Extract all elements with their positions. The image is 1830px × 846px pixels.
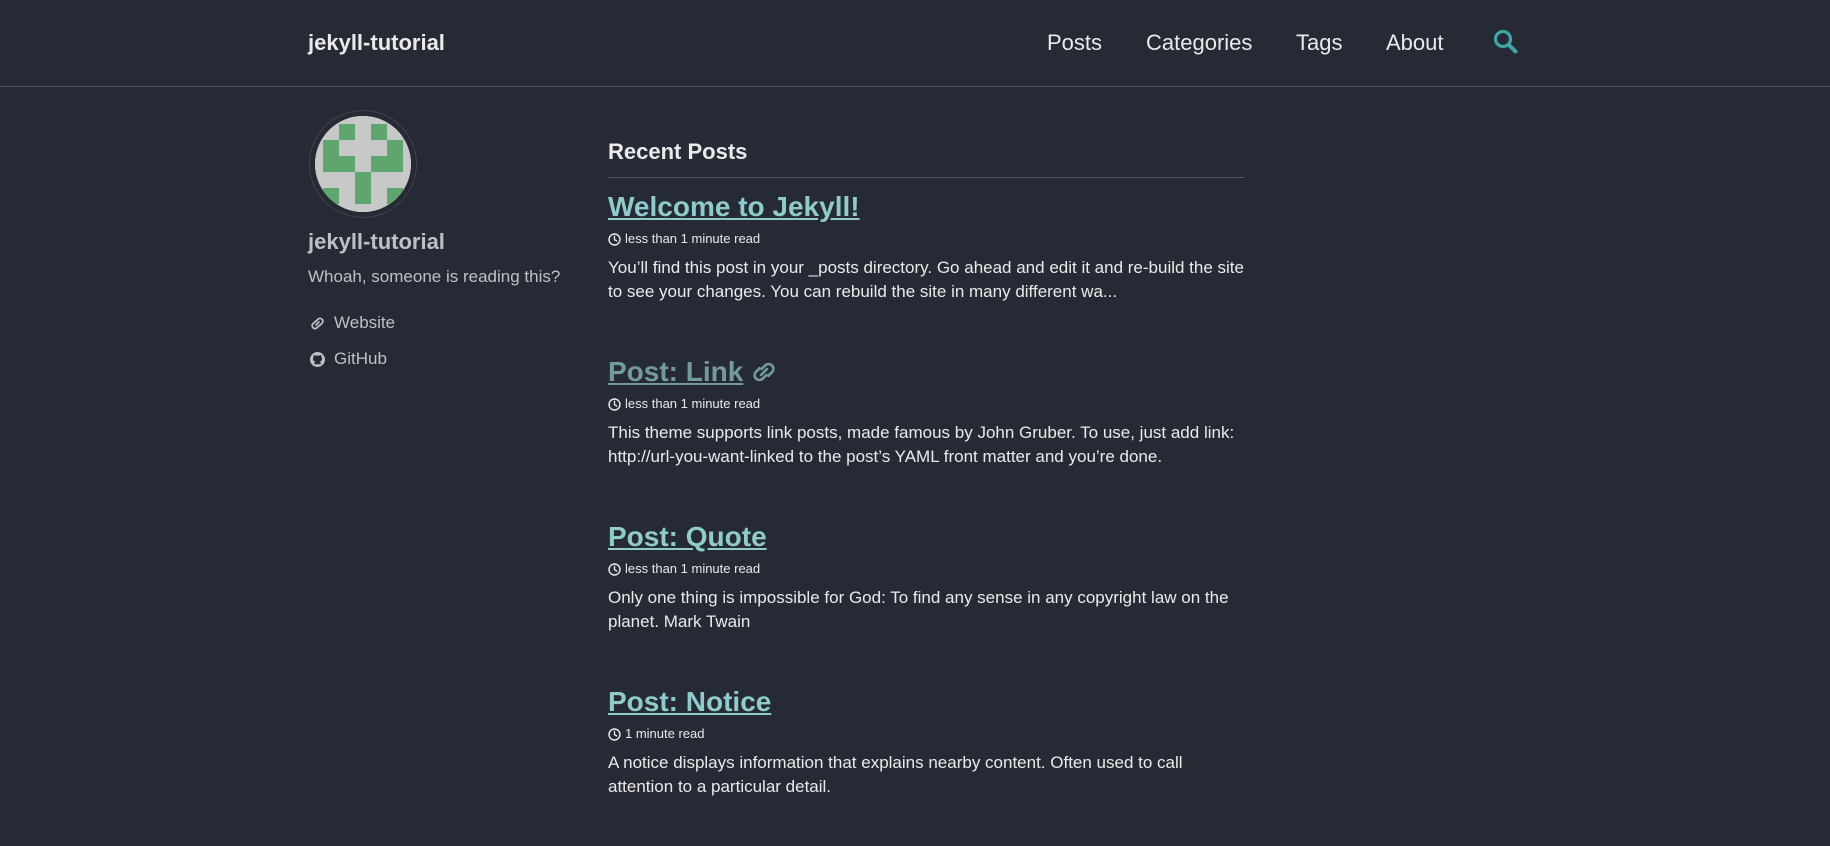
nav-posts[interactable]: Posts [1047, 30, 1102, 56]
post-excerpt: A notice displays information that expla… [608, 753, 1183, 796]
search-button[interactable] [1492, 28, 1520, 56]
post-title-row: Post: Quote [608, 520, 1245, 554]
github-link-label: GitHub [334, 349, 387, 368]
link-icon[interactable] [749, 357, 779, 387]
avatar [309, 110, 417, 218]
post-item: Post: Link less than 1 minute read This … [608, 355, 1245, 469]
identicon-image [315, 116, 411, 212]
nav-categories[interactable]: Categories [1146, 30, 1252, 56]
post-meta: less than 1 minute read [608, 561, 1245, 577]
clock-icon [608, 232, 621, 246]
post-meta: less than 1 minute read [608, 396, 1245, 412]
search-icon [1493, 29, 1518, 54]
post-item: Post: Quote less than 1 minute read Only… [608, 520, 1245, 634]
website-link-label: Website [334, 313, 396, 332]
clock-icon [608, 397, 621, 411]
author-bio: Whoah, someone is reading this? [308, 267, 561, 286]
read-time: less than 1 minute read [625, 561, 761, 576]
recent-posts-heading: Recent Posts [608, 139, 748, 164]
post-item: Post: Notice 1 minute read A notice disp… [608, 685, 1245, 799]
post-item: Welcome to Jekyll! less than 1 minute re… [608, 190, 1245, 304]
post-title-link[interactable]: Post: Notice [608, 685, 771, 719]
website-link[interactable]: Website [309, 312, 395, 334]
post-title-link[interactable]: Post: Link [608, 355, 743, 389]
read-time: less than 1 minute read [625, 396, 761, 411]
read-time: 1 minute read [625, 726, 705, 741]
post-excerpt: Only one thing is impossible for God: To… [608, 588, 1229, 631]
read-time: less than 1 minute read [625, 231, 761, 246]
post-title-link[interactable]: Post: Quote [608, 520, 767, 554]
link-icon [311, 316, 324, 330]
heading-divider [608, 177, 1245, 178]
post-excerpt: This theme supports link posts, made fam… [608, 423, 1235, 466]
masthead: jekyll-tutorial Posts Categories Tags Ab… [0, 0, 1830, 87]
post-excerpt: You’ll find this post in your _posts dir… [608, 258, 1244, 301]
author-name: jekyll-tutorial [308, 229, 445, 254]
post-title-row: Post: Notice [608, 685, 1245, 719]
github-icon [310, 351, 325, 367]
github-link[interactable]: GitHub [309, 348, 387, 370]
nav-about[interactable]: About [1386, 30, 1444, 56]
post-meta: 1 minute read [608, 726, 1245, 742]
clock-icon [608, 562, 621, 576]
post-title-row: Post: Link [608, 355, 1245, 389]
nav-tags[interactable]: Tags [1296, 30, 1342, 56]
post-meta: less than 1 minute read [608, 231, 1245, 247]
site-title-link[interactable]: jekyll-tutorial [308, 30, 445, 56]
post-title-link[interactable]: Welcome to Jekyll! [608, 190, 860, 224]
post-title-row: Welcome to Jekyll! [608, 190, 1245, 224]
clock-icon [608, 727, 621, 741]
